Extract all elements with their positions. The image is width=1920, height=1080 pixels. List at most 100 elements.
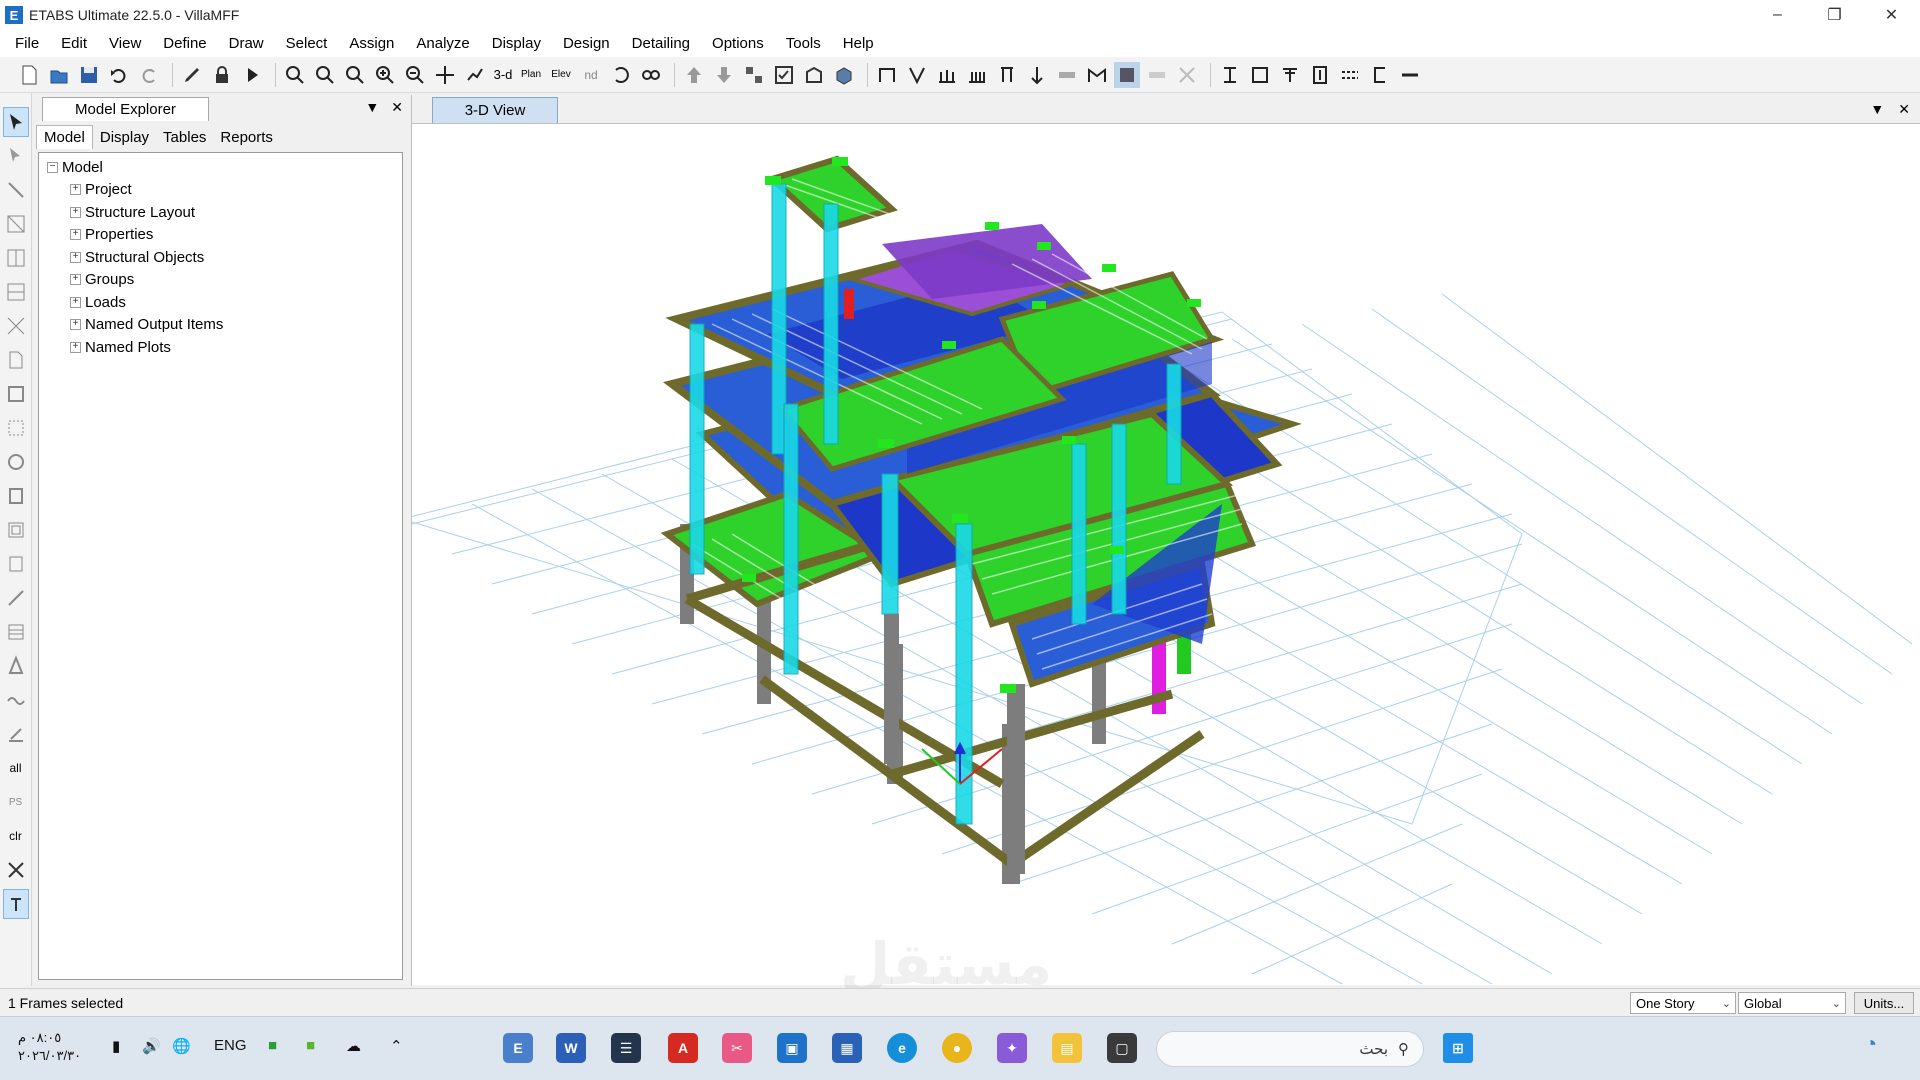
volume-icon[interactable]: 🔊 <box>142 1037 161 1055</box>
draw-col-icon[interactable] <box>3 243 29 273</box>
cloud-icon[interactable]: ☁ <box>346 1037 361 1055</box>
draw-ruler-icon[interactable] <box>3 719 29 749</box>
shield-icon[interactable]: ■ <box>268 1037 277 1054</box>
microsoft-store-icon[interactable]: ▦ <box>832 1033 862 1063</box>
draw-line-icon[interactable] <box>3 175 29 205</box>
section-slab-icon[interactable] <box>1337 62 1363 88</box>
pan-icon[interactable] <box>432 62 458 88</box>
draw-wall-icon[interactable] <box>1084 62 1110 88</box>
tree-node-loads[interactable]: + Loads <box>47 291 402 314</box>
language-indicator[interactable]: ENG <box>214 1037 247 1054</box>
settings-taskbar-icon[interactable]: ☰ <box>611 1033 641 1063</box>
section-t-icon[interactable] <box>1277 62 1303 88</box>
tree-node-named-plots[interactable]: + Named Plots <box>47 336 402 359</box>
tab-3d-view[interactable]: 3-D View <box>432 97 558 123</box>
draw-dimension-icon[interactable] <box>1174 62 1200 88</box>
zoom-previous-icon[interactable] <box>312 62 338 88</box>
menu-file[interactable]: File <box>4 35 50 52</box>
clear-selection-icon[interactable]: clr <box>3 821 29 851</box>
menu-tools[interactable]: Tools <box>775 35 832 52</box>
expand-icon[interactable]: + <box>70 184 81 196</box>
file-explorer-icon[interactable]: ▤ <box>1052 1033 1082 1063</box>
zoom-in-icon[interactable] <box>372 62 398 88</box>
expand-icon[interactable]: + <box>70 229 81 241</box>
battery-icon[interactable]: ▮ <box>112 1037 120 1055</box>
move-down-icon[interactable] <box>711 62 737 88</box>
taskbar-clock[interactable]: ٠٨:٠٥ م ٢٠٢٦/٠٣/٣٠ <box>18 1029 81 1065</box>
move-up-icon[interactable] <box>681 62 707 88</box>
3d-viewport[interactable] <box>412 123 1920 985</box>
select-all-icon[interactable]: all <box>3 753 29 783</box>
object-shrink-icon[interactable] <box>741 62 767 88</box>
subtab-model[interactable]: Model <box>36 125 93 149</box>
minimize-button[interactable]: – <box>1749 0 1806 30</box>
units-button[interactable]: Units... <box>1854 992 1914 1014</box>
tree-node-structural-objects[interactable]: + Structural Objects <box>47 246 402 269</box>
panel-dropdown-icon[interactable]: ▼ <box>365 99 379 116</box>
copilot-tray-icon[interactable]: ◔ <box>1864 1031 1877 1057</box>
undo-icon[interactable] <box>106 62 132 88</box>
expand-icon[interactable]: + <box>70 251 81 263</box>
draw-area-icon[interactable] <box>1114 61 1140 88</box>
tree-node-groups[interactable]: + Groups <box>47 269 402 292</box>
chevron-up-icon[interactable]: ⌃ <box>390 1037 403 1055</box>
reshape-icon[interactable] <box>3 141 29 171</box>
menu-draw[interactable]: Draw <box>218 35 275 52</box>
rubber-band-icon[interactable] <box>462 62 488 88</box>
expand-icon[interactable]: + <box>70 319 81 331</box>
app-window-icon[interactable]: ▢ <box>1107 1033 1137 1063</box>
draw-area-strip-icon[interactable] <box>3 413 29 443</box>
elevation-view-icon[interactable]: Elev <box>548 62 574 88</box>
section-box-icon[interactable] <box>1247 62 1273 88</box>
draw-opening-strip-icon[interactable] <box>3 447 29 477</box>
run-analysis-icon[interactable] <box>239 62 265 88</box>
menu-analyze[interactable]: Analyze <box>405 35 480 52</box>
menu-design[interactable]: Design <box>552 35 621 52</box>
extrude-view-icon[interactable] <box>831 62 857 88</box>
menu-display[interactable]: Display <box>481 35 552 52</box>
expand-icon[interactable]: + <box>70 341 81 353</box>
tree-node-structure-layout[interactable]: + Structure Layout <box>47 201 402 224</box>
draw-diag-icon[interactable] <box>3 209 29 239</box>
expand-icon[interactable]: + <box>70 274 81 286</box>
section-line-icon[interactable] <box>1397 62 1423 88</box>
draw-wall-strip-icon[interactable] <box>3 481 29 511</box>
edge-browser-icon[interactable]: e <box>887 1033 917 1063</box>
previous-selection-icon[interactable]: PS <box>3 787 29 817</box>
snap-options-icon[interactable] <box>2 889 29 919</box>
tree-node-project[interactable]: + Project <box>47 179 402 202</box>
menu-detailing[interactable]: Detailing <box>621 35 701 52</box>
redo-icon[interactable] <box>136 62 162 88</box>
windows-start-icon[interactable]: ⊞ <box>1443 1033 1473 1063</box>
tree-node-properties[interactable]: + Properties <box>47 224 402 247</box>
perspective-icon[interactable] <box>638 62 664 88</box>
subtab-reports[interactable]: Reports <box>213 126 280 149</box>
draw-opening-icon[interactable] <box>1144 62 1170 88</box>
tree-node-model[interactable]: − Model <box>47 156 402 179</box>
remote-desktop-icon[interactable]: ▣ <box>777 1033 807 1063</box>
draw-section-cut-icon[interactable] <box>3 549 29 579</box>
draw-brace-icon[interactable] <box>904 62 930 88</box>
pencil-icon[interactable] <box>179 62 205 88</box>
nd-view-icon[interactable]: nd <box>578 62 604 88</box>
intersecting-line-icon[interactable] <box>3 855 29 885</box>
view-close-icon[interactable]: ✕ <box>1898 101 1910 118</box>
taskbar-search[interactable]: بحث ⚲ <box>1156 1031 1424 1067</box>
draw-grid-icon[interactable] <box>3 617 29 647</box>
zoom-window-icon[interactable] <box>282 62 308 88</box>
menu-assign[interactable]: Assign <box>338 35 405 52</box>
menu-select[interactable]: Select <box>275 35 339 52</box>
lock-icon[interactable] <box>209 62 235 88</box>
subtab-display[interactable]: Display <box>93 126 156 149</box>
structure-model-drawing[interactable] <box>412 124 1920 985</box>
expand-icon[interactable]: + <box>70 206 81 218</box>
section-channel-icon[interactable] <box>1367 62 1393 88</box>
subtab-tables[interactable]: Tables <box>156 126 213 149</box>
draw-brace-strip-icon[interactable] <box>3 311 29 341</box>
rotate-view-icon[interactable] <box>608 62 634 88</box>
coordinate-system-selector[interactable]: Global ⌄ <box>1738 992 1846 1014</box>
section-i-icon[interactable] <box>1217 62 1243 88</box>
select-pointer-icon[interactable] <box>2 107 29 137</box>
open-file-icon[interactable] <box>46 62 72 88</box>
save-icon[interactable] <box>76 62 102 88</box>
